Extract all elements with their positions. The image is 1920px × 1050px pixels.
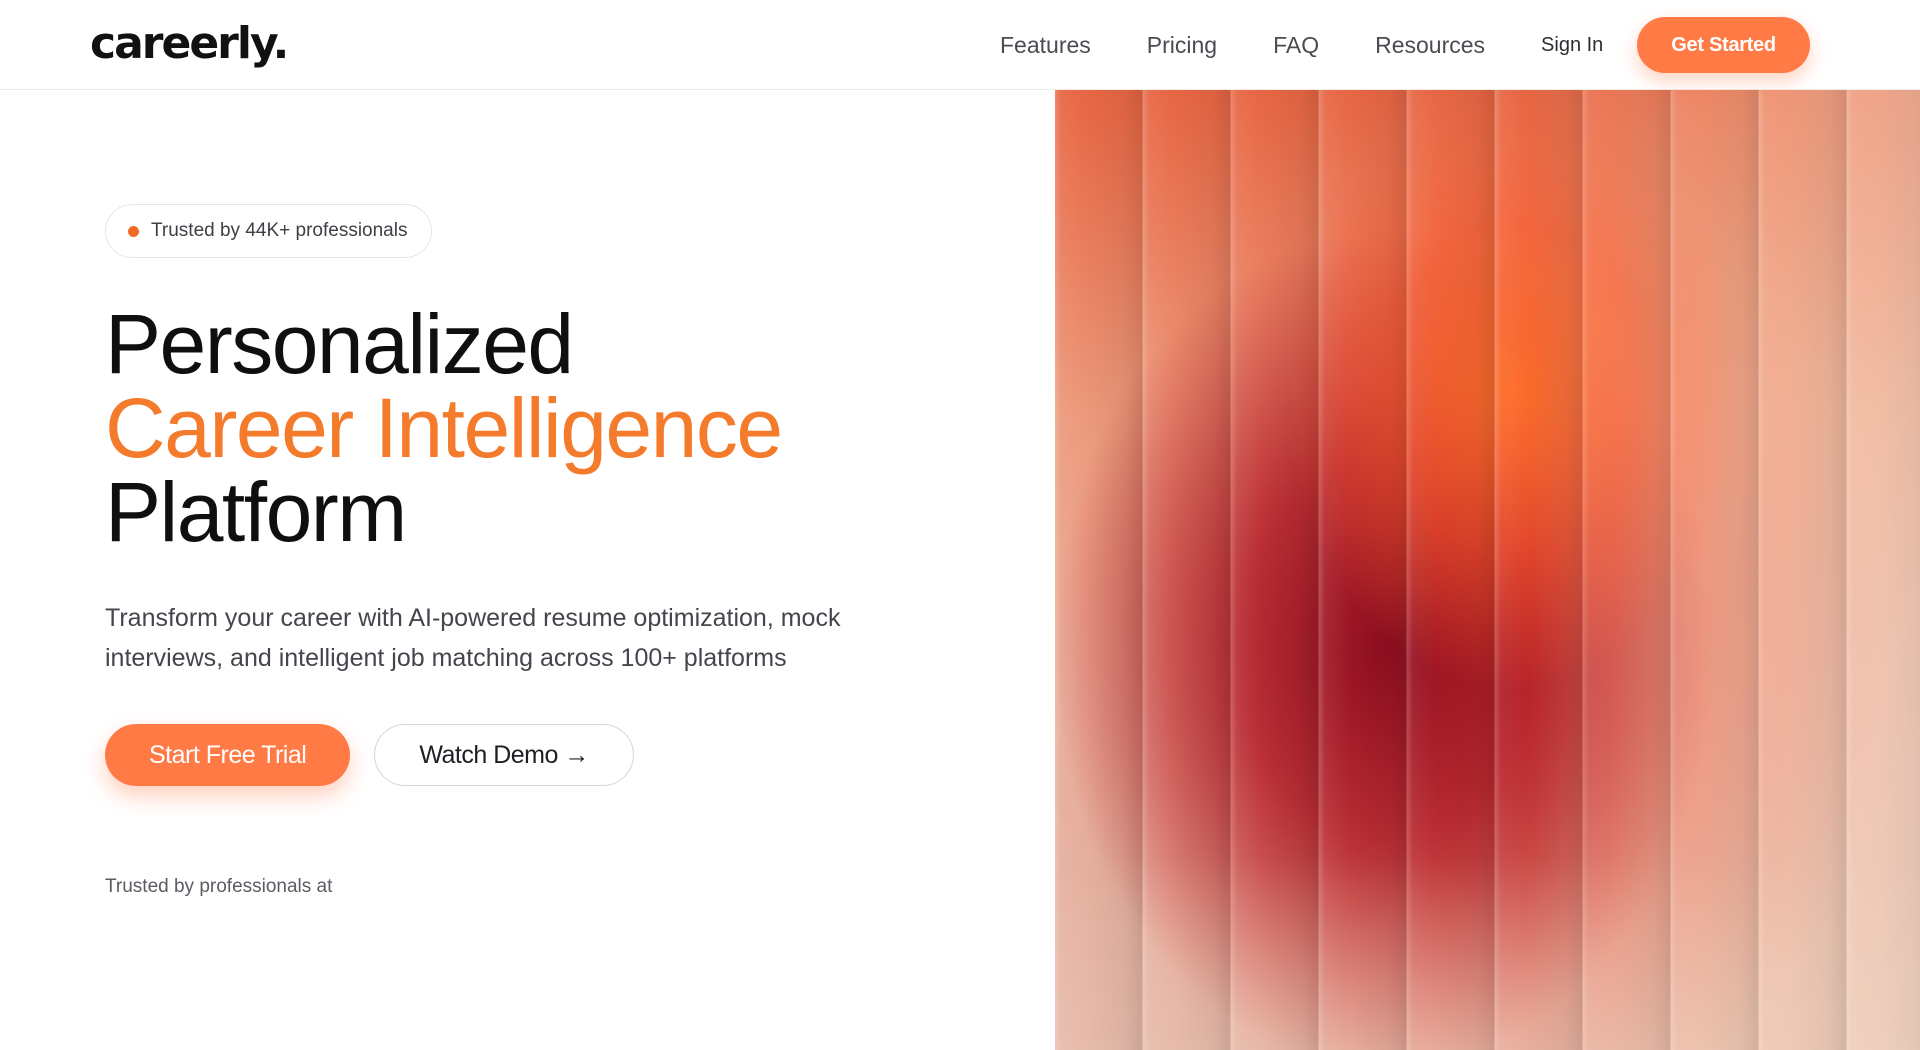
nav-links: Features Pricing FAQ Resources Sign In G… [1000, 0, 1810, 90]
headline-line-1: Personalized [105, 297, 574, 391]
headline-line-3: Platform [105, 465, 407, 559]
cta-row: Start Free Trial Watch Demo → [105, 724, 634, 786]
nav-link-features[interactable]: Features [1000, 32, 1091, 59]
trusted-badge-text: Trusted by 44K+ professionals [151, 220, 408, 241]
hero-section: Trusted by 44K+ professionals Personaliz… [105, 90, 1005, 1050]
trusted-badge: Trusted by 44K+ professionals [105, 204, 433, 258]
hero-gradient-image [1055, 90, 1920, 1050]
watch-demo-button[interactable]: Watch Demo → [374, 724, 634, 786]
hero-subtitle: Transform your career with AI-powered re… [105, 604, 841, 672]
nav-link-faq[interactable]: FAQ [1273, 32, 1319, 59]
top-navbar: careerly. Features Pricing FAQ Resources… [0, 0, 1920, 90]
sign-in-link[interactable]: Sign In [1541, 34, 1603, 57]
hero-headline: Personalized Career Intelligence Platfor… [105, 297, 783, 559]
start-free-trial-button[interactable]: Start Free Trial [105, 724, 351, 786]
trusted-by-companies-label: Trusted by professionals at [105, 876, 333, 897]
headline-line-2-accent: Career Intelligence [105, 381, 783, 475]
status-dot-icon [128, 225, 139, 237]
careerly-logo[interactable]: careerly. [90, 14, 289, 74]
nav-link-resources[interactable]: Resources [1375, 32, 1485, 59]
get-started-button[interactable]: Get Started [1637, 17, 1810, 73]
nav-link-pricing[interactable]: Pricing [1147, 32, 1217, 59]
